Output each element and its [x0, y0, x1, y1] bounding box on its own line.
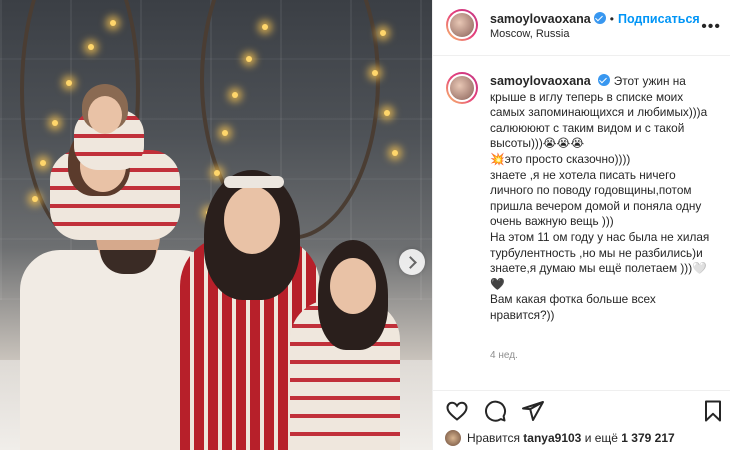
string-light — [246, 56, 252, 62]
caption-timestamp[interactable]: 4 нед. — [490, 350, 518, 361]
string-light — [66, 80, 72, 86]
string-light — [88, 44, 94, 50]
likes-line: Нравится tanya9103 и ещё 1 379 217 — [445, 430, 675, 446]
header-username[interactable]: samoylovaoxana — [490, 12, 591, 26]
likes-prefix: Нравится — [467, 431, 520, 445]
avatar-image — [448, 11, 476, 39]
string-light — [32, 196, 38, 202]
comment-icon[interactable] — [483, 399, 507, 423]
person-toddler-face — [88, 96, 122, 134]
header-user-line: samoylovaoxana • Подписаться — [490, 10, 700, 28]
post-photo[interactable] — [0, 0, 432, 450]
caption-username[interactable]: samoylovaoxana — [490, 74, 591, 88]
location-link[interactable]: Moscow, Russia — [490, 28, 569, 40]
avatar-image — [448, 74, 476, 102]
string-light — [372, 70, 378, 76]
string-light — [380, 30, 386, 36]
likes-count-link[interactable]: 1 379 217 — [621, 431, 674, 445]
carousel-next-button[interactable] — [399, 249, 425, 275]
string-light — [392, 150, 398, 156]
string-light — [222, 130, 228, 136]
string-light — [40, 160, 46, 166]
post-header: samoylovaoxana • Подписаться Moscow, Russi… — [433, 0, 730, 56]
string-light — [384, 110, 390, 116]
person-teen-face — [330, 258, 376, 314]
verified-badge-icon — [597, 74, 610, 86]
person-woman-headband — [224, 176, 284, 188]
person-woman-face — [224, 186, 280, 254]
separator-dot: • — [609, 12, 614, 26]
caption-text: samoylovaoxana Этот ужин на крыше в иглу … — [490, 74, 718, 324]
post-side-panel: samoylovaoxana • Подписаться Moscow, Russi… — [432, 0, 730, 450]
likes-user-link[interactable]: tanya9103 — [523, 431, 581, 445]
paper-plane-icon[interactable] — [521, 399, 545, 423]
avatar[interactable] — [446, 9, 478, 41]
caption-avatar[interactable] — [446, 72, 478, 104]
string-light — [110, 20, 116, 26]
string-light — [232, 92, 238, 98]
verified-badge-icon — [593, 12, 606, 24]
follow-button[interactable]: Подписаться — [618, 12, 700, 26]
string-light — [214, 170, 220, 176]
post-actions-bar — [433, 390, 730, 430]
heart-icon[interactable] — [445, 399, 469, 423]
liker-avatar[interactable] — [445, 430, 461, 446]
string-light — [262, 24, 268, 30]
bookmark-icon[interactable] — [701, 399, 725, 423]
string-light — [52, 120, 58, 126]
likes-middle: и ещё — [584, 431, 618, 445]
more-options-icon[interactable]: ••• — [701, 18, 721, 36]
post-caption: samoylovaoxana Этот ужин на крыше в иглу … — [433, 56, 730, 374]
caption-body: Этот ужин на крыше в иглу теперь в списк… — [490, 74, 710, 322]
